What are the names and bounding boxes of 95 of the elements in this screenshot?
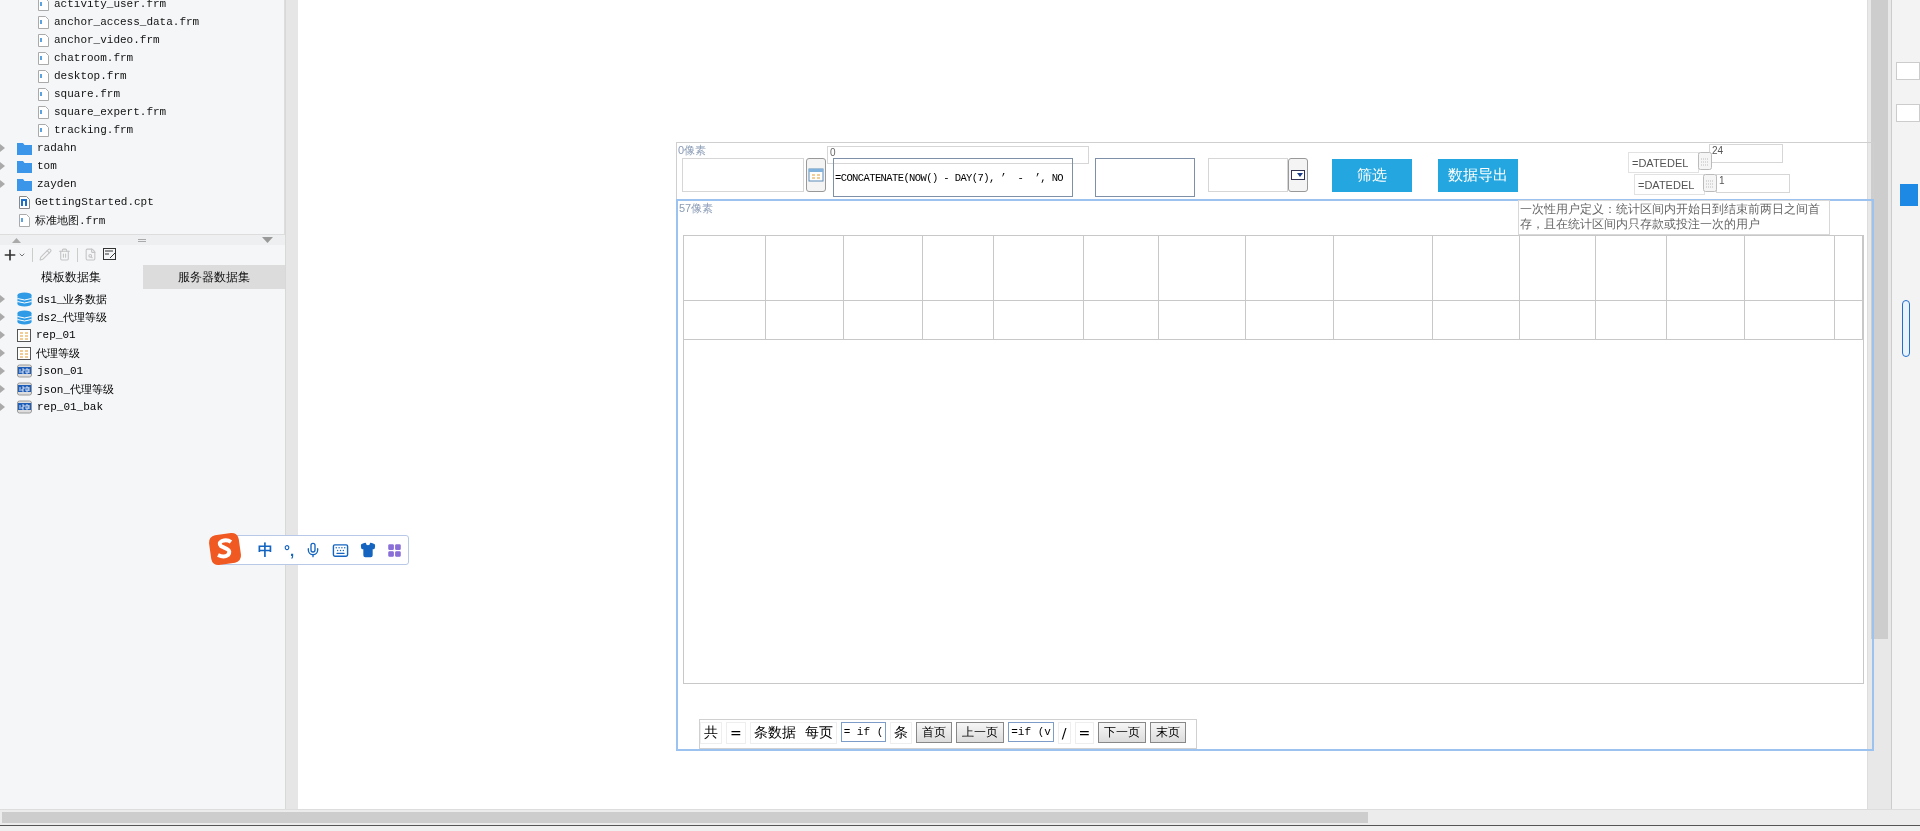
date-value-field[interactable]: 24 bbox=[1709, 144, 1783, 163]
file-name[interactable]: GettingStarted.cpt bbox=[35, 196, 154, 208]
page-button[interactable]: 末页 bbox=[1150, 722, 1187, 743]
pager-text: 条 bbox=[890, 722, 913, 744]
pager-text: = bbox=[726, 722, 746, 744]
dataset-name[interactable]: 代理等级 bbox=[36, 345, 80, 361]
folder-icon bbox=[17, 177, 32, 191]
expand-arrow-icon[interactable] bbox=[0, 180, 5, 188]
dataset-name[interactable]: rep_01_bak bbox=[37, 401, 103, 413]
report-file-icon bbox=[19, 195, 30, 209]
horizontal-scrollbar[interactable] bbox=[0, 809, 1920, 825]
definition-note: 一次性用户定义：统计区间内开始日到结束前两日之间首存，且在统计区间内只存款或投注一次的用户 bbox=[1518, 200, 1830, 235]
label-widget: 0 bbox=[827, 146, 1089, 164]
formula-field[interactable]: =CONCATENATE(NOW() - DAY(7), ’ - ’, NO bbox=[833, 158, 1073, 197]
file-search-icon bbox=[84, 248, 97, 261]
height-label: 0像素 bbox=[678, 143, 707, 158]
document-icon bbox=[38, 51, 49, 65]
file-name[interactable]: desktop.frm bbox=[54, 70, 127, 82]
dataset-name[interactable]: json_01 bbox=[37, 365, 84, 377]
panel-field[interactable] bbox=[1896, 104, 1920, 122]
folder-name[interactable]: radahn bbox=[37, 142, 77, 154]
date-field[interactable] bbox=[682, 158, 804, 192]
page-button[interactable]: 下一页 bbox=[1098, 722, 1147, 743]
ime-logo-icon[interactable] bbox=[208, 532, 242, 566]
expand-arrow-icon[interactable] bbox=[0, 385, 5, 393]
json-icon bbox=[17, 400, 32, 414]
folder-name[interactable]: tom bbox=[37, 160, 57, 172]
slider-handle[interactable] bbox=[1902, 300, 1910, 357]
expand-arrow-icon[interactable] bbox=[0, 367, 5, 375]
expand-arrow-icon[interactable] bbox=[0, 313, 5, 321]
file-name[interactable]: anchor_video.frm bbox=[54, 34, 160, 46]
height-label: 57像素 bbox=[679, 201, 714, 216]
calendar-icon[interactable] bbox=[1698, 152, 1712, 170]
document-icon bbox=[38, 69, 49, 83]
file-name[interactable]: tracking.frm bbox=[54, 124, 134, 136]
document-icon bbox=[38, 15, 49, 29]
expand-arrow-icon[interactable] bbox=[0, 162, 5, 170]
document-icon bbox=[38, 87, 49, 101]
json-icon bbox=[17, 382, 32, 396]
collapse-down-icon[interactable] bbox=[262, 237, 273, 243]
calendar-button[interactable] bbox=[806, 158, 826, 192]
expand-arrow-icon[interactable] bbox=[0, 295, 5, 303]
collapse-up-icon[interactable] bbox=[12, 237, 21, 243]
vertical-scrollbar[interactable] bbox=[1867, 0, 1891, 809]
file-name[interactable]: square_expert.frm bbox=[54, 106, 167, 118]
file-name[interactable]: anchor_access_data.frm bbox=[54, 16, 200, 28]
file-name[interactable]: 标准地图.frm bbox=[35, 212, 106, 228]
calendar-icon[interactable] bbox=[1703, 174, 1717, 192]
table-icon bbox=[17, 346, 31, 360]
file-name[interactable]: square.frm bbox=[54, 88, 120, 100]
pager-text: / bbox=[1057, 722, 1071, 744]
trash-icon bbox=[58, 248, 71, 261]
dropdown-button[interactable] bbox=[1288, 158, 1308, 192]
shirt-icon[interactable] bbox=[360, 542, 377, 558]
grid-icon[interactable] bbox=[387, 542, 403, 558]
expand-arrow-icon[interactable] bbox=[0, 331, 5, 339]
json-icon bbox=[17, 364, 32, 378]
document-icon bbox=[19, 213, 30, 227]
pager-text: = bbox=[1074, 722, 1095, 744]
file-name[interactable]: chatroom.frm bbox=[54, 52, 134, 64]
database-icon bbox=[17, 291, 32, 307]
expand-arrow-icon[interactable] bbox=[0, 403, 5, 411]
pencil-icon bbox=[39, 248, 52, 261]
folder-icon bbox=[17, 159, 32, 173]
pager-text: 条数据 每页 bbox=[749, 722, 837, 744]
input-mode-toggle[interactable]: 中 bbox=[258, 540, 273, 560]
page-button[interactable]: 首页 bbox=[916, 722, 953, 743]
page-button[interactable]: 上一页 bbox=[956, 722, 1005, 743]
dataset-name[interactable]: rep_01 bbox=[36, 329, 76, 341]
folder-name[interactable]: zayden bbox=[37, 178, 77, 190]
formula-field[interactable]: = if ( bbox=[840, 722, 887, 742]
database-icon bbox=[17, 309, 32, 325]
folder-icon bbox=[17, 141, 32, 155]
calendar-icon bbox=[808, 167, 824, 183]
punctuation-toggle[interactable]: °, bbox=[284, 541, 295, 559]
grip-icon[interactable] bbox=[137, 238, 146, 242]
expand-arrow-icon[interactable] bbox=[0, 349, 5, 357]
pager-text: 共 bbox=[700, 722, 722, 744]
formula-field[interactable]: =if (v bbox=[1008, 722, 1054, 742]
panel-field[interactable] bbox=[1896, 62, 1920, 80]
edit-dataset-button[interactable] bbox=[103, 248, 117, 261]
keyboard-icon[interactable] bbox=[332, 541, 350, 559]
dataset-name[interactable]: json_代理等级 bbox=[37, 381, 114, 397]
data-edit-icon bbox=[103, 248, 117, 261]
document-icon bbox=[38, 105, 49, 119]
dataset-tab[interactable]: 服务器数据集 bbox=[142, 265, 285, 289]
expand-arrow-icon[interactable] bbox=[0, 144, 5, 152]
dataset-name[interactable]: ds1_业务数据 bbox=[37, 291, 108, 307]
dataset-name[interactable]: ds2_代理等级 bbox=[37, 309, 108, 325]
document-icon bbox=[38, 123, 49, 137]
file-name[interactable]: activity_user.frm bbox=[54, 0, 167, 10]
input-field[interactable] bbox=[1095, 158, 1195, 197]
document-icon bbox=[38, 33, 49, 47]
combo-field[interactable] bbox=[1208, 158, 1288, 192]
table-icon bbox=[17, 328, 31, 342]
